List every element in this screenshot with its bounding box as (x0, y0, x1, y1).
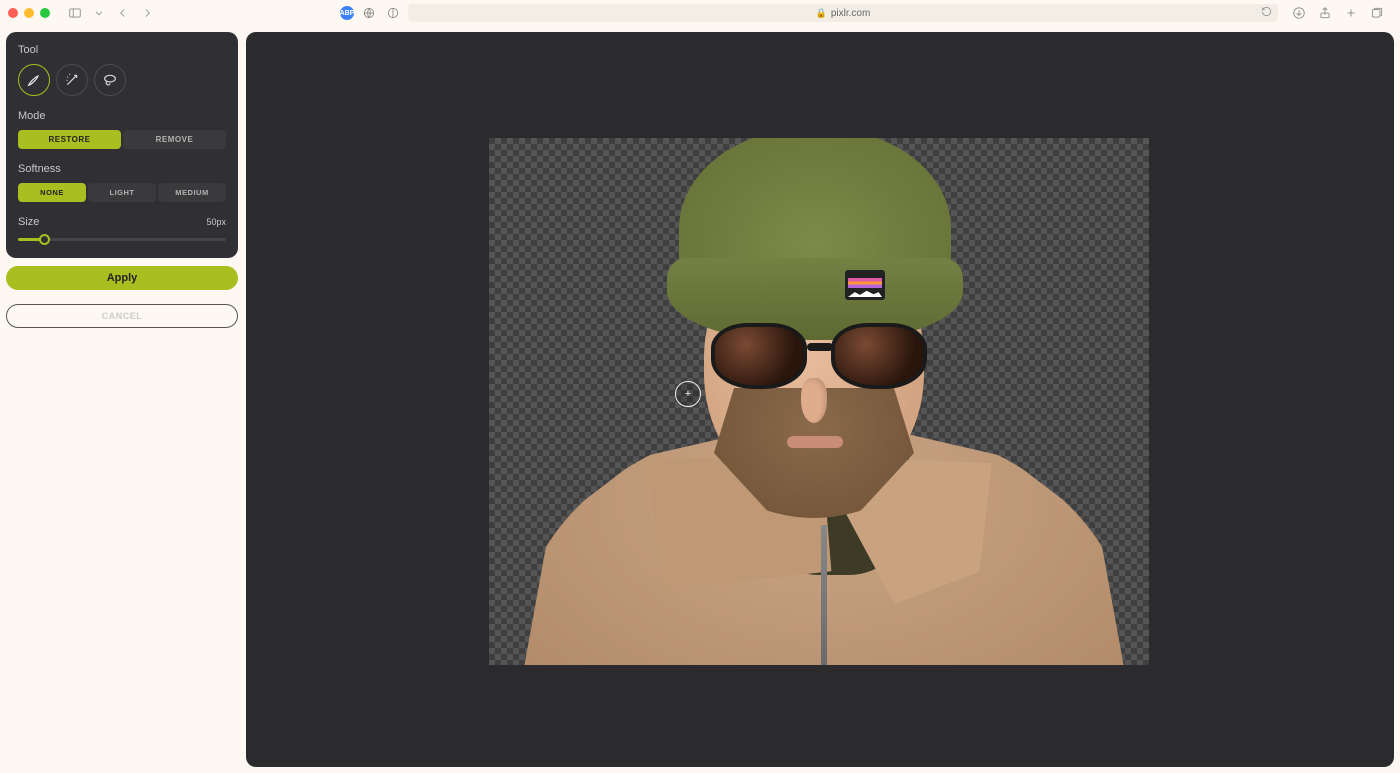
tabs-overview-icon[interactable] (1368, 5, 1386, 21)
app-body: Tool Mode RESTORE REMOVE Softness NONE (0, 26, 1400, 773)
mode-section-label: Mode (18, 110, 226, 122)
size-section-label: Size (18, 216, 39, 228)
size-slider[interactable] (18, 232, 226, 246)
download-icon[interactable] (1290, 5, 1308, 21)
url-host: pixlr.com (831, 8, 870, 19)
tool-lasso-button[interactable] (94, 64, 126, 96)
foreground-subject (489, 138, 1149, 665)
image-canvas[interactable] (489, 138, 1149, 665)
softness-medium-button[interactable]: MEDIUM (158, 183, 226, 202)
address-bar[interactable]: 🔒 pixlr.com (408, 4, 1278, 22)
window-traffic-lights (8, 8, 50, 18)
browser-toolbar: ABP 🔒 pixlr.com (0, 0, 1400, 26)
tool-magic-button[interactable] (56, 64, 88, 96)
reader-icon[interactable] (384, 5, 402, 21)
translate-icon[interactable] (360, 5, 378, 21)
size-slider-thumb[interactable] (39, 234, 50, 245)
refresh-icon[interactable] (1261, 6, 1272, 20)
share-icon[interactable] (1316, 5, 1334, 21)
sidebar-toggle-icon[interactable] (66, 5, 84, 21)
softness-light-button[interactable]: LIGHT (88, 183, 156, 202)
window-minimize-button[interactable] (24, 8, 34, 18)
tool-brush-button[interactable] (18, 64, 50, 96)
sunglasses (711, 323, 927, 395)
mode-remove-button[interactable]: REMOVE (123, 130, 226, 149)
window-zoom-button[interactable] (40, 8, 50, 18)
cancel-button[interactable]: CANCEL (6, 304, 238, 328)
extension-badge-icon[interactable]: ABP (340, 6, 354, 20)
new-tab-icon[interactable] (1342, 5, 1360, 21)
tool-panel: Tool Mode RESTORE REMOVE Softness NONE (6, 32, 238, 258)
sidebar: Tool Mode RESTORE REMOVE Softness NONE (6, 32, 238, 767)
lock-icon: 🔒 (816, 8, 827, 19)
canvas-area: + (246, 32, 1394, 767)
hat-patch-logo (845, 270, 885, 300)
mode-restore-button[interactable]: RESTORE (18, 130, 121, 149)
tool-section-label: Tool (18, 44, 226, 56)
size-value: 50px (206, 217, 226, 227)
nav-forward-button[interactable] (138, 5, 156, 21)
apply-button[interactable]: Apply (6, 266, 238, 290)
softness-none-button[interactable]: NONE (18, 183, 86, 202)
window-close-button[interactable] (8, 8, 18, 18)
chevron-down-icon[interactable] (90, 5, 108, 21)
softness-section-label: Softness (18, 163, 226, 175)
nav-back-button[interactable] (114, 5, 132, 21)
